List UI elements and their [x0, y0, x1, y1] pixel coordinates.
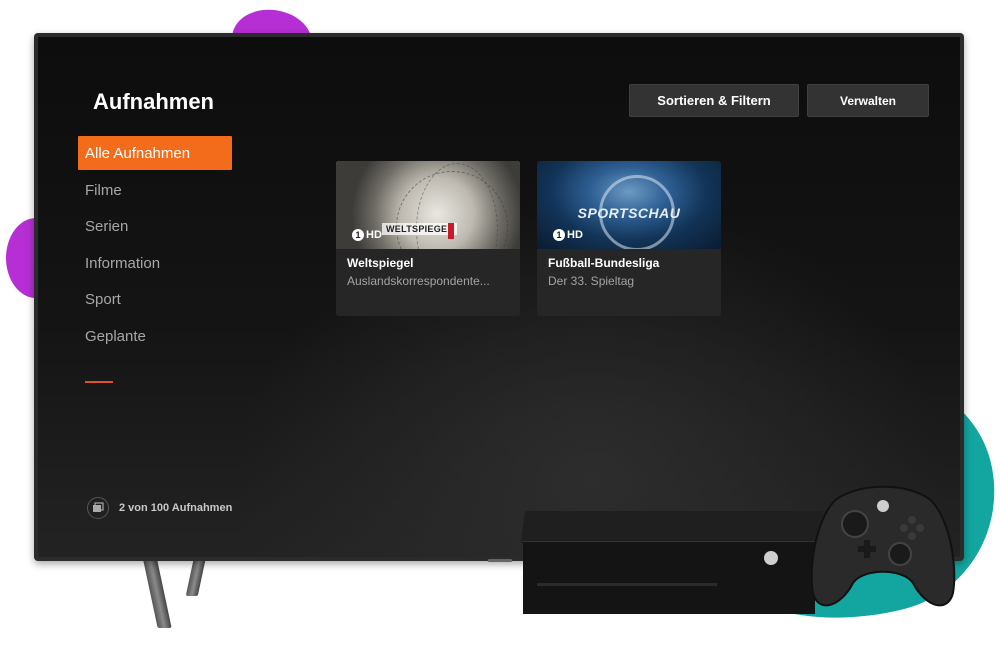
channel-logo-icon: 1 — [553, 229, 565, 241]
sidebar-item-information[interactable]: Information — [78, 245, 232, 281]
manage-button[interactable]: Verwalten — [807, 84, 929, 117]
sidebar-divider — [85, 381, 113, 383]
thumbnail-logo-text: SPORTSCHAU — [577, 205, 681, 221]
sidebar-item-scheduled[interactable]: Geplante — [78, 318, 232, 354]
recording-thumbnail: WELTSPIEGEL 1 HD — [336, 161, 520, 249]
xbox-controller-icon — [810, 485, 956, 607]
page-title: Aufnahmen — [93, 89, 214, 114]
sidebar-nav: Alle Aufnahmen Filme Serien Information … — [78, 136, 232, 355]
sort-filter-button[interactable]: Sortieren & Filtern — [629, 84, 799, 117]
tv-brand-logo — [488, 559, 512, 562]
channel-badge: 1 HD — [352, 229, 382, 241]
channel-hd-label: HD — [366, 229, 382, 241]
recording-card[interactable]: WELTSPIEGEL 1 HD Weltspiegel Auslandskor… — [336, 161, 520, 316]
xbox-disc-slot — [537, 583, 717, 586]
thumbnail-logo-text: WELTSPIEGEL — [382, 223, 458, 235]
xbox-console-top — [520, 511, 824, 543]
sidebar-item-sport[interactable]: Sport — [78, 282, 232, 318]
channel-hd-label: HD — [567, 229, 583, 241]
recording-title: Weltspiegel — [347, 256, 414, 270]
recordings-icon — [87, 497, 109, 519]
channel-logo-icon: 1 — [352, 229, 364, 241]
tv-stand-leg-right — [185, 556, 207, 596]
recording-subtitle: Auslandskorrespondente... — [347, 274, 490, 288]
recording-card[interactable]: SPORTSCHAU 1 HD Fußball-Bundesliga Der 3… — [537, 161, 721, 316]
sidebar-item-series[interactable]: Serien — [78, 209, 232, 245]
recording-subtitle: Der 33. Spieltag — [548, 274, 635, 288]
xbox-logo-icon — [764, 551, 778, 565]
xbox-console — [520, 511, 824, 614]
tv-stand-leg-left — [142, 556, 172, 628]
recording-thumbnail: SPORTSCHAU 1 HD — [537, 161, 721, 249]
recording-title: Fußball-Bundesliga — [548, 256, 660, 270]
thumbnail-logo-bar — [448, 223, 454, 239]
sidebar-item-movies[interactable]: Filme — [78, 172, 232, 208]
channel-badge: 1 HD — [553, 229, 583, 241]
sidebar-item-all-recordings[interactable]: Alle Aufnahmen — [78, 136, 232, 170]
recordings-count: 2 von 100 Aufnahmen — [119, 502, 233, 514]
